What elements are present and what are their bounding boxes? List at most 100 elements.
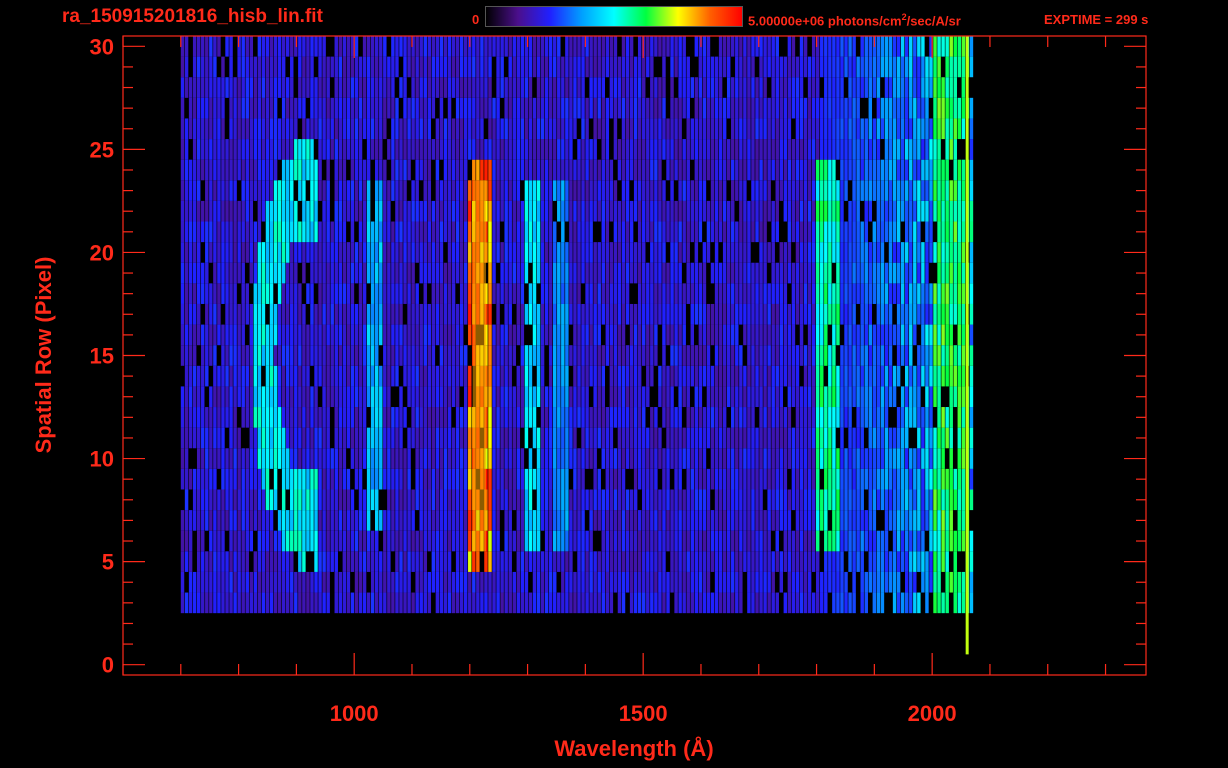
heatmap-cell [941,407,945,428]
heatmap-cell [265,510,270,531]
heatmap-cell [961,118,966,140]
heatmap-cell [735,551,739,572]
heatmap-cell [249,324,254,346]
heatmap-cell [528,551,533,572]
heatmap-cell [383,551,387,572]
heatmap-cell [520,283,525,304]
heatmap-cell [403,324,407,346]
heatmap-cell [346,365,351,387]
heatmap-cell [605,139,610,160]
heatmap-cell [366,200,371,222]
heatmap-cell [795,386,800,408]
heatmap-cell [403,448,407,469]
heatmap-cell [285,262,290,284]
heatmap-cell [876,571,881,593]
heatmap-cell [646,386,650,408]
heatmap-cell [561,221,565,243]
heatmap-cell [451,56,456,78]
heatmap-cell [913,159,917,181]
heatmap-cell [399,386,403,408]
heatmap-cell [362,427,367,449]
heatmap-cell [544,283,549,304]
heatmap-cell [435,407,440,428]
heatmap-cell [269,283,274,304]
heatmap-cell [540,221,545,243]
heatmap-cell [832,56,836,78]
heatmap-cell [391,56,395,78]
heatmap-cell [650,221,654,243]
heatmap-cell [613,283,618,304]
heatmap-cell [285,345,290,366]
heatmap-cell [565,262,569,284]
heatmap-cell [775,345,779,366]
heatmap-cell [585,365,589,387]
heatmap-cell [933,77,937,98]
heatmap-cell [811,345,816,366]
heatmap-cell [281,324,286,346]
heatmap-cell [937,468,941,490]
heatmap-cell [548,551,553,572]
heatmap-cell [933,56,937,78]
heatmap-cell [561,571,565,593]
heatmap-cell [654,36,658,57]
heatmap-cell [585,407,589,428]
heatmap-cell [864,283,868,304]
heatmap-cell [718,283,723,304]
heatmap-cell [718,56,723,78]
heatmap-cell [553,303,557,325]
heatmap-cell [455,510,460,531]
heatmap-cell [245,77,249,98]
heatmap-cell [864,139,868,160]
heatmap-cell [751,468,755,490]
heatmap-cell [848,242,852,263]
heatmap-cell [731,77,735,98]
heatmap-cell [690,324,695,346]
heatmap-cell [540,262,545,284]
heatmap-cell [249,510,254,531]
heatmap-cell [407,139,411,160]
heatmap-cell [213,489,217,511]
heatmap-cell [257,427,262,449]
heatmap-cell [852,551,856,572]
heatmap-cell [674,200,678,222]
heatmap-cell [848,77,852,98]
heatmap-cell [358,159,363,181]
heatmap-cell [698,551,703,572]
heatmap-cell [407,97,411,119]
heatmap-cell [658,365,662,387]
heatmap-cell [949,303,953,325]
heatmap-cell [961,345,966,366]
heatmap-cell [896,592,901,614]
heatmap-cell [678,345,682,366]
heatmap-cell [811,592,816,614]
heatmap-cell [961,77,966,98]
heatmap-cell [459,427,464,449]
heatmap-cell [933,386,937,408]
heatmap-cell [840,510,844,531]
heatmap-cell [439,324,444,346]
heatmap-cell [492,118,496,140]
heatmap-cell [265,56,270,78]
heatmap-cell [484,571,488,593]
heatmap-cell [362,283,367,304]
heatmap-cell [694,551,699,572]
heatmap-cell [767,283,771,304]
heatmap-cell [961,97,966,119]
heatmap-cell [824,345,828,366]
heatmap-cell [536,427,541,449]
heatmap-cell [799,77,804,98]
heatmap-cell [302,36,306,57]
heatmap-cell [403,489,407,511]
heatmap-cell [553,386,557,408]
heatmap-cell [642,407,646,428]
heatmap-cell [346,97,351,119]
heatmap-cell [184,592,189,614]
heatmap-cell [888,303,893,325]
heatmap-cell [423,448,427,469]
heatmap-cell [629,386,634,408]
heatmap-cell [909,242,913,263]
heatmap-cell [403,36,407,57]
heatmap-cell [407,345,411,366]
heatmap-cell [196,489,201,511]
heatmap-cell [605,36,610,57]
